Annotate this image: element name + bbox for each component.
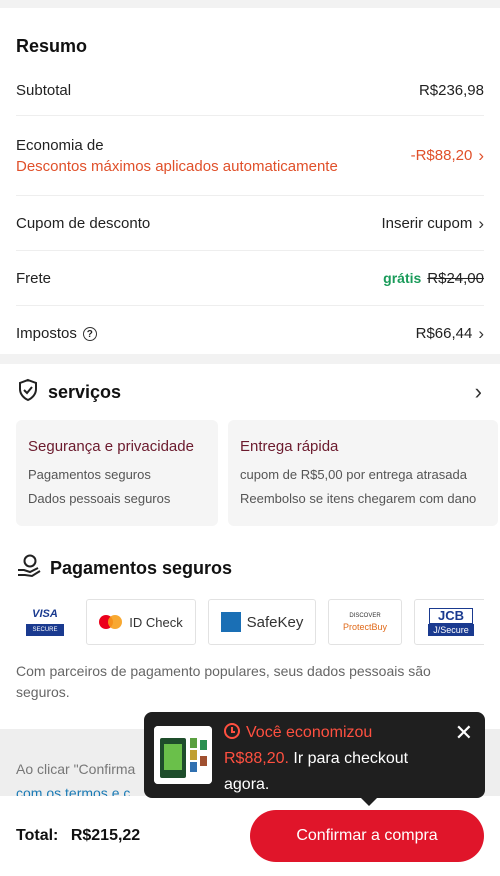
visa-secure-logo: VISA SECURE	[16, 599, 74, 645]
payments-header: Pagamentos seguros	[16, 539, 484, 591]
chevron-right-icon: ›	[478, 213, 484, 233]
hand-coin-icon	[16, 554, 42, 583]
toast-amount: R$88,20.	[224, 750, 289, 767]
summary-section: Resumo Subtotal R$236,98 Economia de Des…	[0, 8, 500, 354]
jcb-text: JCB	[428, 608, 473, 624]
payments-title: Pagamentos seguros	[50, 557, 233, 578]
tax-value: R$66,44	[415, 325, 473, 342]
visa-text: VISA	[32, 608, 58, 620]
service-card-line: Reembolso se itens chegarem com dano	[240, 491, 477, 506]
payment-logos: VISA SECURE ID Check SafeKey DISCOVER Pr…	[16, 599, 484, 645]
checkout-bar: Total: R$215,22 Confirmar a compra	[0, 796, 500, 876]
chevron-right-icon: ›	[474, 379, 482, 404]
toast-title: Você economizou	[246, 724, 373, 741]
total-value: R$215,22	[70, 827, 141, 844]
coupon-row[interactable]: Cupom de desconto Inserir cupom ›	[16, 196, 484, 251]
protectbuy-text: ProtectBuy	[342, 621, 388, 632]
discover-text: DISCOVER	[349, 612, 381, 619]
shipping-free: grátis	[383, 270, 422, 286]
savings-toast[interactable]: Você economizou R$88,20. Ir para checkou…	[144, 712, 485, 806]
product-thumbnail	[154, 726, 212, 784]
discount-row[interactable]: Economia de Descontos máximos aplicados …	[16, 116, 484, 196]
coupon-label: Cupom de desconto	[16, 214, 151, 232]
service-card-line: Dados pessoais seguros	[28, 491, 171, 506]
services-section: serviços › Segurança e privacidade Pagam…	[0, 364, 500, 539]
safekey-text: SafeKey	[246, 613, 304, 631]
total-label: Total:	[16, 827, 59, 844]
shipping-old-price: R$24,00	[427, 269, 484, 287]
chevron-right-icon: ›	[478, 324, 484, 343]
payments-section: Pagamentos seguros VISA SECURE ID Check …	[0, 539, 500, 729]
coupon-value: Inserir cupom	[381, 214, 473, 232]
service-card-delivery[interactable]: Entrega rápida cupom de R$5,00 por entre…	[228, 420, 498, 526]
discount-subtitle: Descontos máximos aplicados automaticame…	[16, 157, 338, 175]
amex-safekey-logo: SafeKey	[208, 599, 316, 645]
subtotal-value: R$236,98	[418, 82, 484, 99]
info-icon[interactable]: ?	[82, 327, 97, 342]
services-header[interactable]: serviços ›	[16, 364, 500, 420]
chevron-right-icon: ›	[478, 146, 484, 165]
service-card-security[interactable]: Segurança e privacidade Pagamentos segur…	[16, 420, 218, 526]
terms-text: Ao clicar "Confirma	[16, 761, 136, 777]
discount-label: Economia de	[16, 136, 104, 154]
service-card-line: cupom de R$5,00 por entrega atrasada	[240, 467, 467, 482]
discount-value: -R$88,20	[410, 147, 473, 164]
section-gap	[0, 354, 500, 364]
subtotal-label: Subtotal	[16, 82, 72, 99]
mastercard-icon	[99, 615, 123, 629]
service-card-heading: Segurança e privacidade	[28, 438, 194, 455]
service-card-heading: Entrega rápida	[240, 438, 339, 455]
tax-row[interactable]: Impostos? R$66,44 ›	[16, 306, 484, 361]
confirm-purchase-button[interactable]: Confirmar a compra	[250, 810, 484, 862]
services-title: serviços	[48, 381, 122, 402]
tax-label: Impostos	[16, 325, 77, 342]
jcb-secure-logo: JCB J/Secure	[414, 599, 484, 645]
top-gap	[0, 0, 500, 8]
discover-protectbuy-logo: DISCOVER ProtectBuy	[328, 599, 402, 645]
shipping-row: Frete grátis R$24,00	[16, 251, 484, 306]
visa-secure-text: SECURE	[26, 624, 64, 636]
jsecure-text: J/Secure	[428, 624, 474, 636]
summary-title: Resumo	[16, 36, 88, 56]
idcheck-text: ID Check	[129, 614, 183, 630]
shipping-label: Frete	[16, 269, 52, 287]
service-card-line: Pagamentos seguros	[28, 467, 151, 482]
amex-icon	[220, 612, 241, 632]
toast-message: Você economizou R$88,20. Ir para checkou…	[224, 720, 444, 793]
shield-check-icon	[16, 378, 40, 407]
order-total: Total: R$215,22	[16, 827, 140, 845]
clock-icon	[224, 723, 240, 739]
payments-note: Com parceiros de pagamento populares, se…	[16, 663, 431, 700]
mastercard-idcheck-logo: ID Check	[86, 599, 196, 645]
close-icon[interactable]: ✕	[455, 722, 473, 744]
subtotal-row: Subtotal R$236,98	[16, 66, 484, 116]
